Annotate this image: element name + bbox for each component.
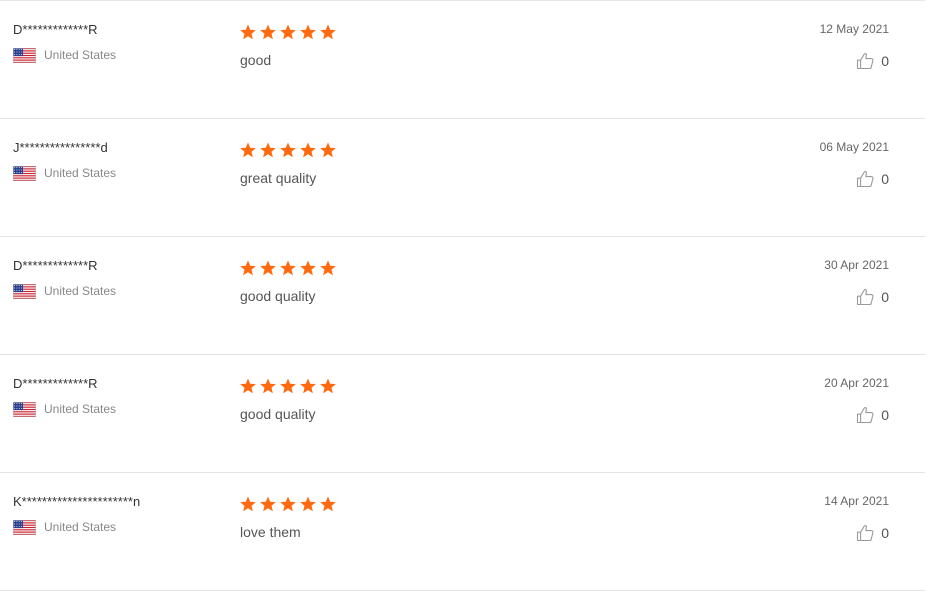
buyer-country: United States (13, 46, 116, 64)
star-icon (260, 142, 276, 158)
star-icon (260, 496, 276, 512)
review-item: K**********************n United States l… (0, 473, 925, 591)
thumbs-up-icon[interactable] (856, 406, 874, 424)
star-icon (300, 260, 316, 276)
star-rating (239, 495, 337, 513)
review-list: D*************R United States good 12 Ma… (0, 0, 927, 593)
star-rating (239, 141, 337, 159)
country-name: United States (44, 520, 117, 534)
star-rating (239, 23, 337, 41)
helpful-button[interactable]: 0 (856, 52, 889, 70)
buyer-name: D*************R (13, 376, 98, 391)
buyer-name: D*************R (13, 258, 98, 273)
review-date: 14 Apr 2021 (824, 494, 889, 508)
thumbs-up-icon[interactable] (856, 170, 874, 188)
star-icon (320, 260, 336, 276)
buyer-country: United States (13, 282, 116, 300)
us-flag-icon (13, 283, 36, 299)
star-icon (280, 24, 296, 40)
buyer-country: United States (13, 400, 116, 418)
star-icon (300, 378, 316, 394)
star-icon (280, 496, 296, 512)
star-rating (239, 377, 337, 395)
thumbs-up-icon[interactable] (856, 524, 874, 542)
country-name: United States (44, 284, 117, 298)
thumbs-up-icon[interactable] (856, 52, 874, 70)
review-date: 12 May 2021 (819, 22, 889, 36)
us-flag-icon (13, 47, 36, 63)
review-item: J****************d United States great q… (0, 119, 925, 237)
star-icon (240, 142, 256, 158)
thumbs-up-icon[interactable] (856, 288, 874, 306)
star-icon (320, 142, 336, 158)
star-icon (260, 260, 276, 276)
star-icon (240, 24, 256, 40)
review-item: D*************R United States good 12 Ma… (0, 1, 925, 119)
review-text: good (240, 52, 272, 68)
helpful-button[interactable]: 0 (856, 170, 889, 188)
review-item: D*************R United States good quali… (0, 355, 925, 473)
star-icon (240, 378, 256, 394)
buyer-name: J****************d (13, 140, 108, 155)
star-icon (260, 24, 276, 40)
helpful-button[interactable]: 0 (856, 406, 889, 424)
star-icon (300, 142, 316, 158)
buyer-name: K**********************n (13, 494, 141, 509)
review-text: great quality (240, 170, 317, 186)
helpful-count: 0 (881, 525, 889, 541)
star-rating (239, 259, 337, 277)
buyer-country: United States (13, 518, 116, 536)
country-name: United States (44, 48, 117, 62)
star-icon (280, 142, 296, 158)
us-flag-icon (13, 519, 36, 535)
star-icon (280, 260, 296, 276)
star-icon (280, 378, 296, 394)
star-icon (320, 378, 336, 394)
star-icon (300, 24, 316, 40)
buyer-country: United States (13, 164, 116, 182)
helpful-count: 0 (881, 53, 889, 69)
review-date: 20 Apr 2021 (824, 376, 889, 390)
review-text: good quality (240, 406, 316, 422)
star-icon (320, 496, 336, 512)
review-text: good quality (240, 288, 316, 304)
star-icon (300, 496, 316, 512)
helpful-count: 0 (881, 171, 889, 187)
helpful-count: 0 (881, 407, 889, 423)
star-icon (320, 24, 336, 40)
star-icon (240, 496, 256, 512)
helpful-count: 0 (881, 289, 889, 305)
helpful-button[interactable]: 0 (856, 524, 889, 542)
buyer-name: D*************R (13, 22, 98, 37)
review-date: 06 May 2021 (819, 140, 889, 154)
review-item: D*************R United States good quali… (0, 237, 925, 355)
us-flag-icon (13, 165, 36, 181)
review-date: 30 Apr 2021 (824, 258, 889, 272)
review-text: love them (240, 524, 301, 540)
star-icon (260, 378, 276, 394)
country-name: United States (44, 166, 117, 180)
helpful-button[interactable]: 0 (856, 288, 889, 306)
us-flag-icon (13, 401, 36, 417)
country-name: United States (44, 402, 117, 416)
star-icon (240, 260, 256, 276)
